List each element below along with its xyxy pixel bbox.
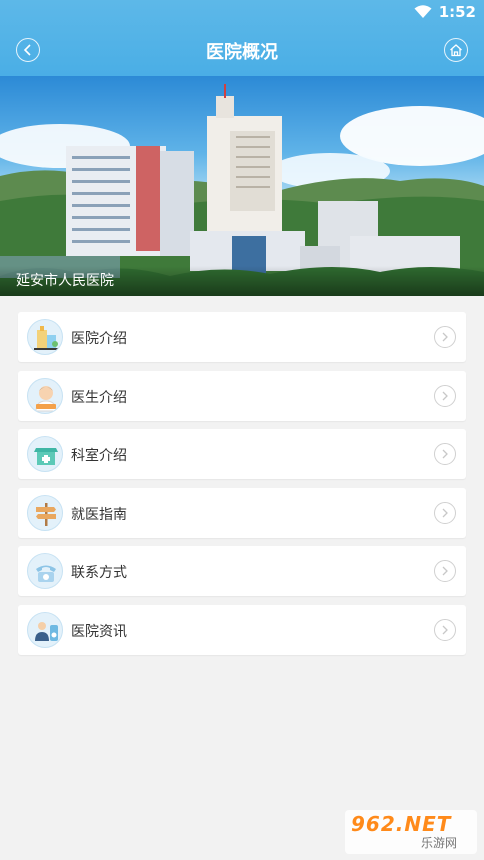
signpost-icon: [27, 494, 63, 531]
menu-item-label: 医院资讯: [71, 623, 127, 640]
chevron-right-icon: [434, 501, 456, 524]
watermark-subtitle: 乐游网: [421, 836, 458, 850]
chevron-right-icon: [434, 560, 456, 582]
menu-item-label: 医生介绍: [71, 389, 127, 406]
menu-item-label: 联系方式: [71, 565, 127, 581]
menu-item-contact[interactable]: 联系方式: [18, 546, 466, 596]
menu-item-label: 就医指南: [71, 506, 127, 523]
menu-list: 医院介绍 医生介绍 科室介绍 就医指南 联系方式 医院资讯: [18, 312, 466, 663]
site-watermark: 962.NET 乐游网: [345, 810, 477, 854]
menu-item-hospital-news[interactable]: 医院资讯: [18, 604, 466, 655]
status-bar: 1:52: [0, 0, 484, 26]
menu-item-doctor-intro[interactable]: 医生介绍: [18, 370, 466, 421]
top-bar: 1:52 医院概况: [0, 0, 484, 76]
menu-item-department-intro[interactable]: 科室介绍: [18, 429, 466, 479]
status-time: 1:52: [438, 3, 476, 21]
chevron-right-icon: [434, 384, 456, 407]
menu-item-medical-guide[interactable]: 就医指南: [18, 487, 466, 538]
chevron-right-icon: [434, 618, 456, 641]
chevron-right-icon: [434, 326, 456, 348]
page-title: 医院概况: [206, 42, 278, 63]
telephone-icon: [27, 553, 63, 589]
menu-item-hospital-intro[interactable]: 医院介绍: [18, 312, 466, 362]
banner-caption: 延安市人民医院: [0, 266, 484, 296]
menu-item-label: 科室介绍: [71, 448, 127, 464]
home-button[interactable]: [444, 38, 468, 62]
watermark-brand: 962.NET: [351, 812, 452, 836]
news-icon: [27, 611, 63, 648]
chevron-right-icon: [434, 443, 456, 465]
medical-kit-icon: [27, 436, 63, 472]
app-header: 医院概况: [0, 26, 484, 76]
hospital-photo: [0, 84, 484, 296]
wifi-icon: [414, 5, 432, 18]
banner-caption-text: 延安市人民医院: [16, 273, 114, 289]
hospital-banner[interactable]: 延安市人民医院: [0, 76, 484, 296]
menu-item-label: 医院介绍: [71, 331, 127, 347]
doctor-icon: [27, 377, 63, 414]
home-icon: [450, 44, 462, 57]
hospital-building-icon: [27, 319, 63, 355]
